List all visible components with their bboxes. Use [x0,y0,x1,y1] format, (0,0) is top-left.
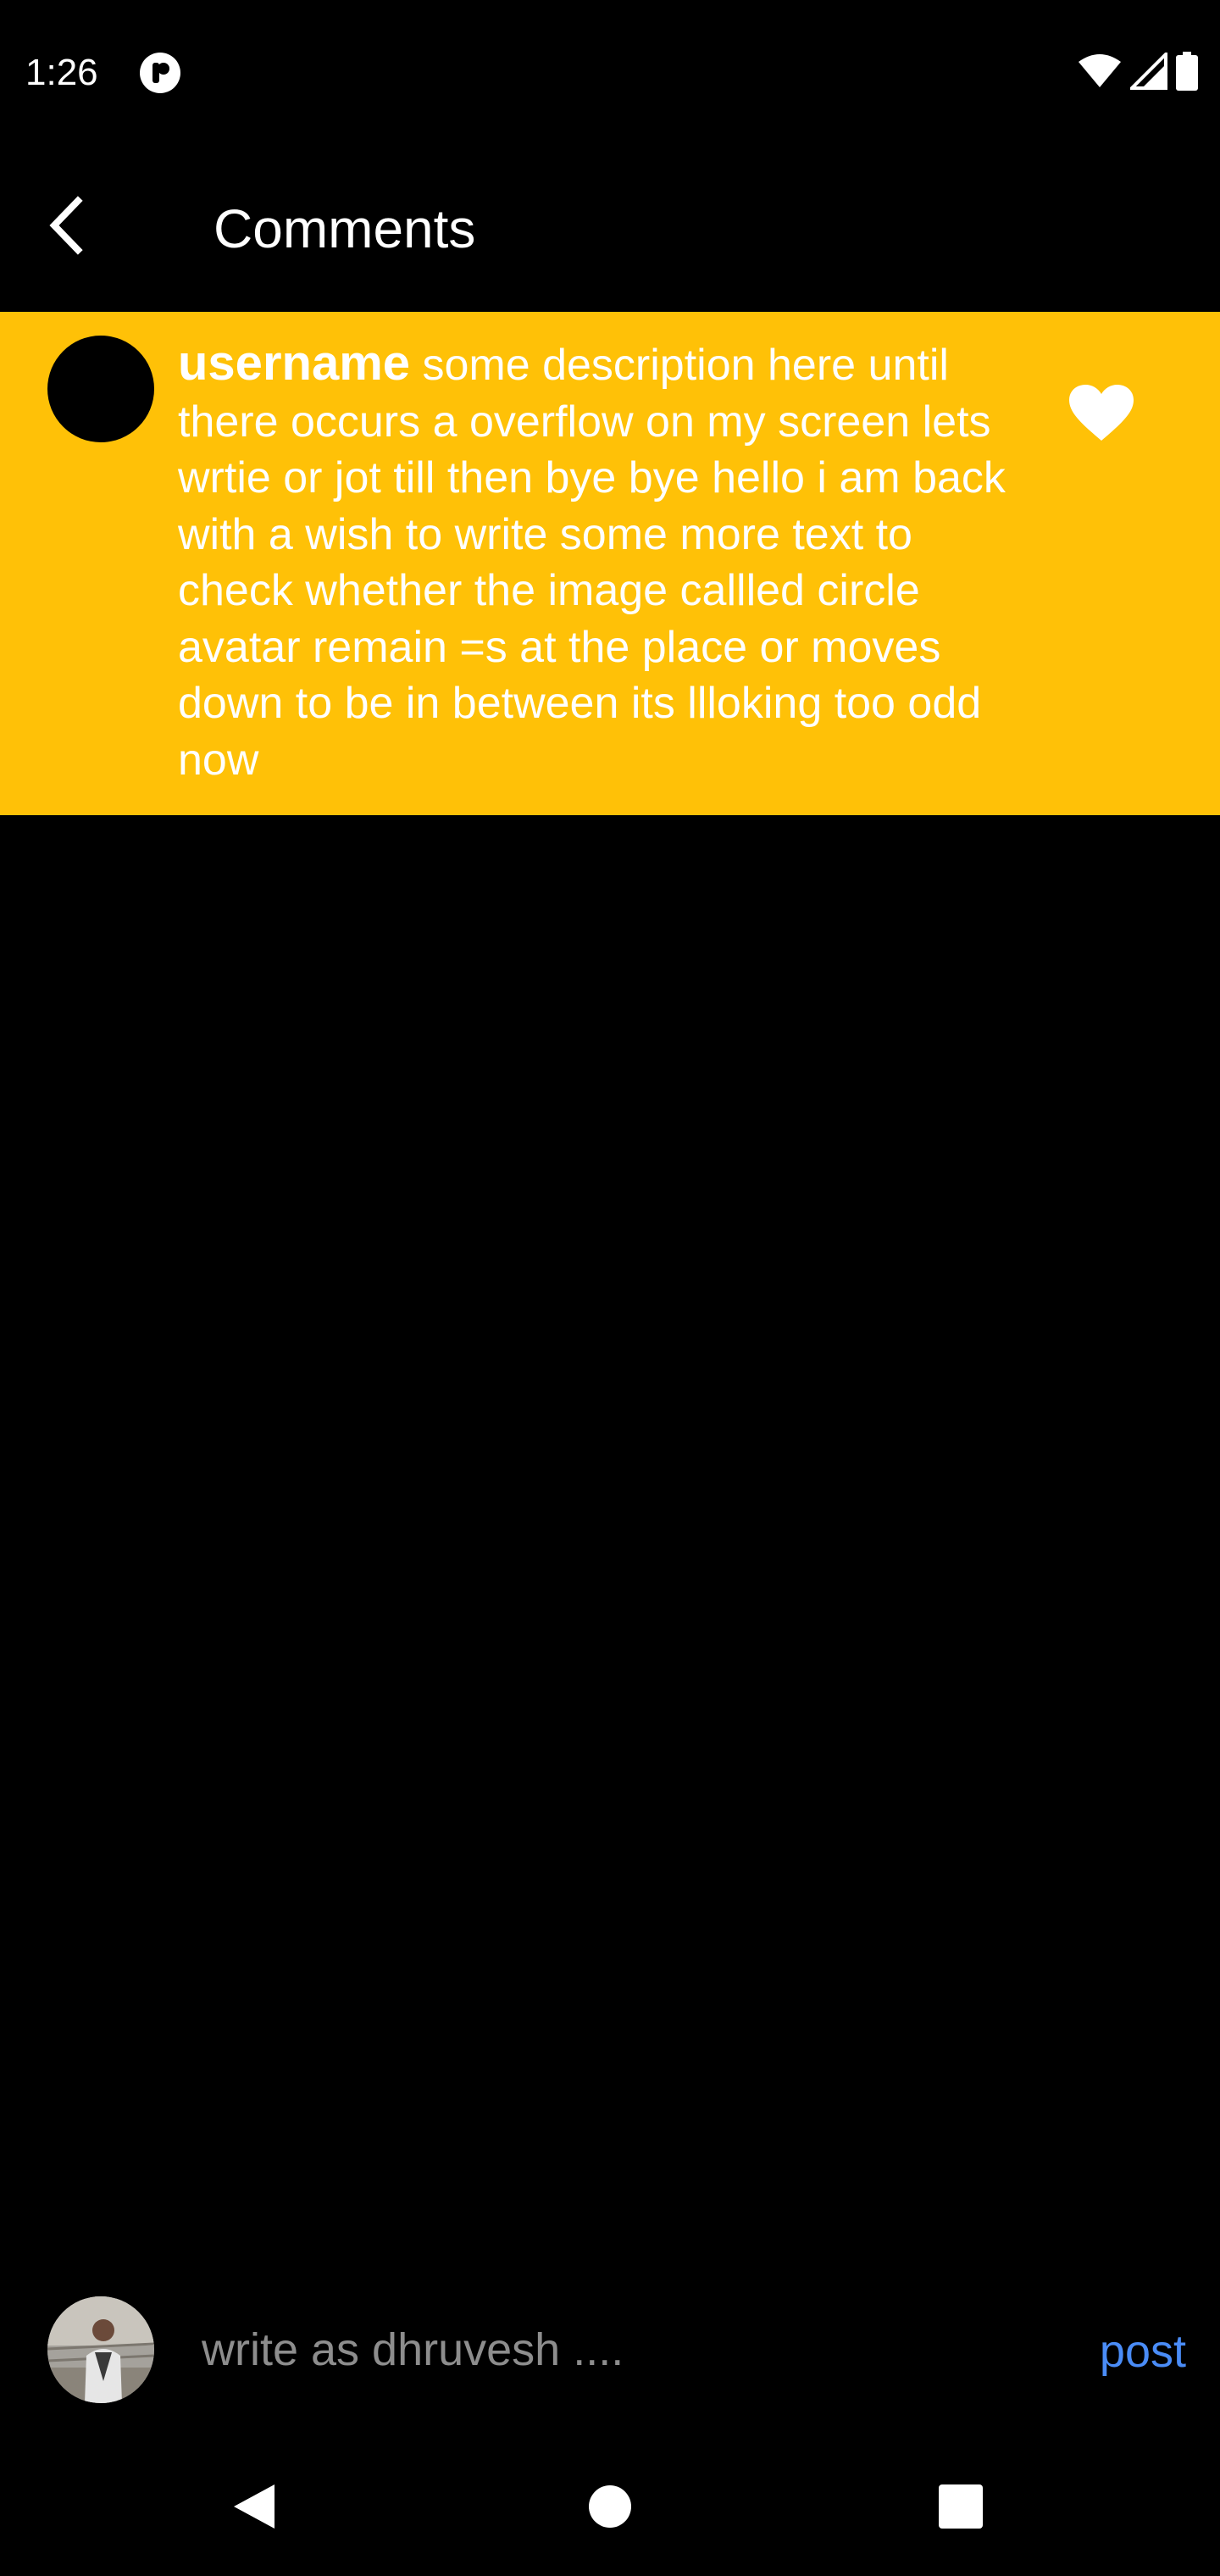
status-bar: 1:26 [0,0,1220,144]
user-avatar [47,2296,154,2403]
page-title: Comments [214,198,476,259]
nav-back-icon [232,2483,276,2534]
system-nav-bar [0,2440,1220,2576]
nav-home-icon [588,2484,632,2533]
app-notification-icon [138,51,182,95]
app-bar: Comments [0,144,1220,312]
status-time: 1:26 [25,52,98,93]
wifi-icon [1078,53,1122,93]
comment-input[interactable] [202,2312,1032,2388]
nav-recents-button[interactable] [910,2457,1012,2559]
chevron-left-icon [42,195,93,259]
battery-icon [1176,51,1198,95]
heart-icon [1069,384,1134,447]
comment-input-bar: post [0,2288,1220,2423]
comment-text: some description here until there occurs… [178,341,1006,785]
comment-card: username some description here until the… [0,312,1220,815]
cell-signal-icon [1128,49,1167,94]
comment-body: username some description here until the… [178,336,1038,788]
comment-username[interactable]: username [178,336,410,391]
like-button[interactable] [1059,373,1144,458]
nav-back-button[interactable] [203,2457,305,2559]
status-icons [1078,49,1198,95]
post-button[interactable]: post [1059,2313,1186,2390]
nav-recents-icon [938,2484,984,2534]
back-button[interactable] [25,185,110,269]
avatar[interactable] [47,336,154,442]
nav-home-button[interactable] [559,2457,661,2559]
